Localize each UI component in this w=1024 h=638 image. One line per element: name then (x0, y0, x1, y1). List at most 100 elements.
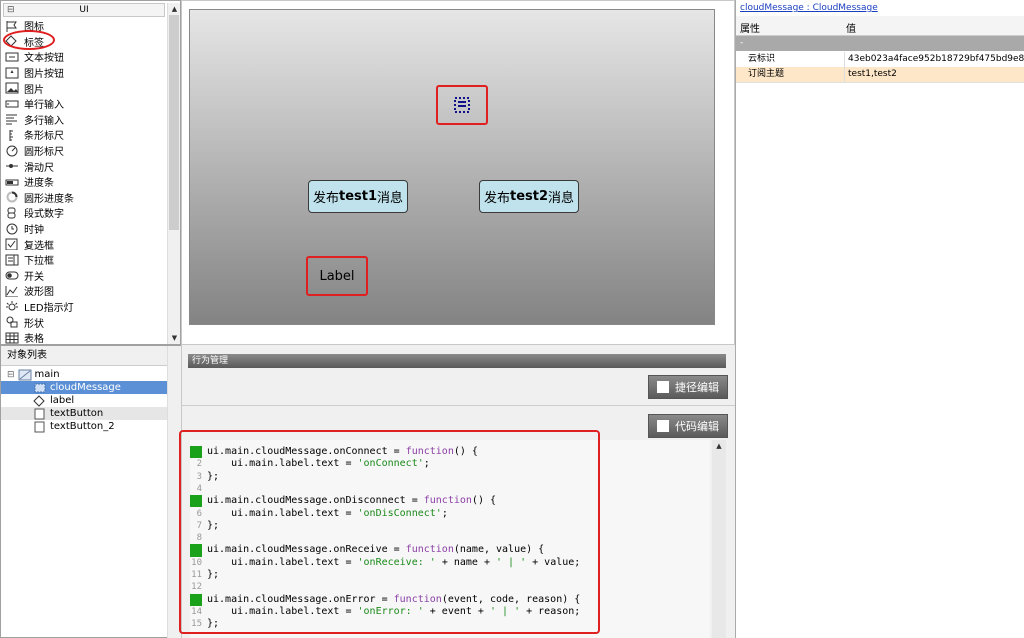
divider (182, 405, 736, 406)
arrow-icon (657, 381, 669, 393)
ui-item-label: 滑动尺 (24, 162, 54, 174)
ui-item-14[interactable]: 复选框 (5, 236, 165, 252)
ui-item-13[interactable]: 时钟 (5, 221, 165, 237)
property-header: 属性 值 (736, 16, 1024, 36)
button-icon (33, 421, 47, 433)
progress-bar-icon (5, 176, 19, 188)
ui-item-15[interactable]: 下拉框 (5, 252, 165, 268)
property-group-toggle[interactable]: - (736, 36, 1024, 51)
ui-item-label: 单行输入 (24, 100, 64, 112)
ui-item-7[interactable]: 条形标尺 (5, 127, 165, 143)
code-editor-scrollbar[interactable]: ▲ (712, 440, 726, 638)
scrollbar-thumb[interactable] (169, 15, 179, 230)
multi-line-input-icon (5, 113, 19, 125)
button-icon (33, 408, 47, 420)
ui-item-label: 文本按钮 (24, 53, 64, 65)
design-canvas[interactable]: 发布 test1 消息 发布 test2 消息 Label (189, 9, 715, 325)
bar-gauge-icon (5, 129, 19, 141)
shortcut-edit-button[interactable]: 捷径编辑 (648, 375, 728, 399)
clock-icon (5, 223, 19, 235)
ui-panel-title: UI (79, 5, 89, 15)
tag-icon (33, 394, 47, 407)
ui-item-label: 波形图 (24, 287, 54, 299)
tree-item-label: textButton_2 (50, 421, 115, 432)
ui-item-17[interactable]: 波形图 (5, 283, 165, 299)
ui-item-label: 多行输入 (24, 115, 64, 127)
publish-test2-button[interactable]: 发布 test2 消息 (479, 180, 579, 213)
ui-item-label: 表格 (24, 334, 44, 344)
dropdown-icon (5, 254, 19, 266)
text-button-icon (5, 51, 19, 63)
image-button-icon (5, 67, 19, 79)
ui-item-10[interactable]: 进度条 (5, 174, 165, 190)
tree-item-textButton[interactable]: textButton (1, 407, 167, 420)
ui-item-label: 下拉框 (24, 256, 54, 268)
ui-item-label: 复选框 (24, 240, 54, 252)
behavior-title: 行为管理 (188, 354, 726, 368)
ui-item-18[interactable]: LED指示灯 (5, 299, 165, 315)
ui-item-11[interactable]: 圆形进度条 (5, 190, 165, 206)
collapse-icon[interactable]: ⊟ (7, 4, 15, 17)
publish-test1-button[interactable]: 发布 test1 消息 (308, 180, 408, 213)
tree-item-label: main (34, 369, 60, 380)
property-key: 云标识 (748, 54, 776, 64)
slider-icon (5, 160, 19, 172)
ui-item-label: 段式数字 (24, 209, 64, 221)
cloud-message-widget[interactable] (436, 85, 488, 125)
ui-item-label: 条形标尺 (24, 131, 64, 143)
round-gauge-icon (5, 145, 19, 157)
object-list-title: 对象列表 (1, 346, 167, 366)
switch-icon (5, 269, 19, 281)
tree-item-label: cloudMessage (50, 382, 121, 393)
cloud-message-icon (33, 382, 47, 394)
code-highlight-annotation (179, 430, 600, 634)
ui-item-2[interactable]: 文本按钮 (5, 49, 165, 65)
scroll-up-icon[interactable]: ▲ (712, 440, 726, 452)
ui-item-12[interactable]: 段式数字 (5, 205, 165, 221)
ui-item-3[interactable]: 图片按钮 (5, 65, 165, 81)
tree-item-label: textButton (50, 408, 104, 419)
ui-item-4[interactable]: 图片 (5, 80, 165, 96)
tree-item-main[interactable]: ⊟ main (7, 368, 167, 381)
scroll-up-icon[interactable]: ▲ (168, 3, 181, 15)
ui-panel-header[interactable]: ⊟ UI (3, 3, 165, 17)
ui-item-label: 圆形进度条 (24, 193, 74, 205)
property-panel-title[interactable]: cloudMessage : CloudMessage (738, 2, 1023, 15)
ui-item-20[interactable]: 表格 (5, 330, 165, 344)
ui-item-8[interactable]: 圆形标尺 (5, 143, 165, 159)
tree-item-textButton_2[interactable]: textButton_2 (1, 420, 167, 433)
code-edit-button[interactable]: 代码编辑 (648, 414, 728, 438)
shape-icon (5, 316, 19, 328)
page-icon (18, 369, 32, 381)
ui-item-label: 形状 (24, 318, 44, 330)
ui-item-label: 圆形标尺 (24, 147, 64, 159)
property-row[interactable]: 云标识 43eb023a4face952b18729bf475bd9e8 (736, 52, 1024, 68)
tree-item-cloudMessage[interactable]: cloudMessage (1, 381, 167, 394)
ui-panel-scrollbar[interactable]: ▲ ▼ (167, 3, 180, 344)
tree-item-label: label (50, 395, 75, 406)
property-panel: cloudMessage : CloudMessage 属性 值 - 云标识 43… (735, 0, 1024, 638)
cloud-message-icon (454, 97, 470, 113)
ui-component-panel: ⊟ UI 图标 标签 文本按钮 图片按钮 图片 单行输入 多行输入 条形标尺 圆形标尺 滑动尺 进度… (0, 0, 181, 345)
single-line-input-icon (5, 98, 19, 110)
tag-highlight-annotation (3, 30, 55, 50)
ui-item-label: 图片按钮 (24, 69, 64, 81)
label-widget[interactable]: Label (306, 256, 368, 296)
property-column-header: 属性 (740, 24, 760, 35)
round-progress-icon (5, 191, 19, 203)
property-row[interactable]: 订阅主题 test1,test2 (736, 67, 1024, 83)
ui-item-9[interactable]: 滑动尺 (5, 158, 165, 174)
collapse-icon[interactable]: ⊟ (7, 370, 15, 380)
code-file-icon (657, 420, 669, 432)
object-tree: ⊟ main cloudMessage label textButton textButt… (1, 366, 167, 636)
object-list-panel: 对象列表 ⊟ main cloudMessage label textButton tex… (0, 345, 181, 638)
ui-item-19[interactable]: 形状 (5, 314, 165, 330)
property-value[interactable]: test1,test2 (844, 67, 1024, 82)
property-value[interactable]: 43eb023a4face952b18729bf475bd9e8 (844, 52, 1024, 67)
ui-item-5[interactable]: 单行输入 (5, 96, 165, 112)
ui-item-label: 开关 (24, 271, 44, 283)
tree-item-label[interactable]: label (1, 394, 167, 407)
scroll-down-icon[interactable]: ▼ (168, 332, 181, 344)
ui-item-16[interactable]: 开关 (5, 268, 165, 284)
ui-item-6[interactable]: 多行输入 (5, 112, 165, 128)
